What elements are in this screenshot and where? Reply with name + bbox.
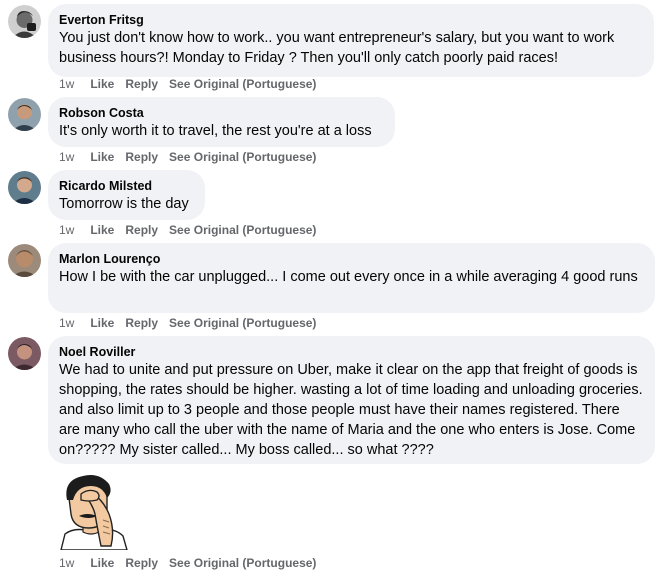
- avatar[interactable]: [8, 5, 41, 38]
- comment-timestamp[interactable]: 1w: [59, 223, 74, 237]
- avatar[interactable]: [8, 171, 41, 204]
- like-button[interactable]: Like: [90, 223, 114, 237]
- comment-bubble: Robson Costa It's only worth it to trave…: [48, 97, 395, 147]
- comment-text: Tomorrow is the day: [59, 196, 189, 212]
- avatar-noel-icon: [8, 337, 41, 370]
- see-original-link[interactable]: See Original (Portuguese): [169, 556, 316, 570]
- see-original-link[interactable]: See Original (Portuguese): [169, 77, 316, 91]
- avatar[interactable]: [8, 98, 41, 131]
- comment-author[interactable]: Robson Costa: [59, 105, 383, 121]
- reply-button[interactable]: Reply: [125, 316, 158, 330]
- see-original-link[interactable]: See Original (Portuguese): [169, 150, 316, 164]
- comment-timestamp[interactable]: 1w: [59, 556, 74, 570]
- like-button[interactable]: Like: [90, 150, 114, 164]
- comment-text: We had to unite and put pressure on Uber…: [59, 362, 643, 458]
- comment-text: You just don't know how to work.. you wa…: [59, 30, 615, 66]
- comment-actions: 1w Like Reply See Original (Portuguese): [59, 315, 327, 331]
- facepalm-sticker-icon[interactable]: [53, 470, 133, 550]
- comment-actions: 1w Like Reply See Original (Portuguese): [59, 555, 327, 571]
- like-button[interactable]: Like: [90, 556, 114, 570]
- reply-button[interactable]: Reply: [125, 223, 158, 237]
- comment-timestamp[interactable]: 1w: [59, 316, 74, 330]
- comment-timestamp[interactable]: 1w: [59, 77, 74, 91]
- comment-bubble: Everton Fritsg You just don't know how t…: [48, 4, 654, 77]
- comment-actions: 1w Like Reply See Original (Portuguese): [59, 149, 327, 165]
- avatar-everton-icon: [8, 5, 41, 38]
- comment-bubble: Ricardo Milsted Tomorrow is the day: [48, 170, 205, 220]
- comment-author[interactable]: Everton Fritsg: [59, 12, 642, 28]
- like-button[interactable]: Like: [90, 316, 114, 330]
- avatar[interactable]: [8, 337, 41, 370]
- avatar[interactable]: [8, 244, 41, 277]
- comment-author[interactable]: Ricardo Milsted: [59, 178, 193, 194]
- comment-author[interactable]: Noel Roviller: [59, 344, 643, 360]
- like-button[interactable]: Like: [90, 77, 114, 91]
- comment-text: It's only worth it to travel, the rest y…: [59, 123, 372, 139]
- see-original-link[interactable]: See Original (Portuguese): [169, 223, 316, 237]
- reply-button[interactable]: Reply: [125, 77, 158, 91]
- comment-bubble: Marlon Lourenço How I be with the car un…: [48, 243, 655, 313]
- comment-text: How I be with the car unplugged... I com…: [59, 269, 638, 285]
- comment-bubble: Noel Roviller We had to unite and put pr…: [48, 336, 655, 464]
- avatar-marlon-icon: [8, 244, 41, 277]
- comment-thread: Everton Fritsg You just don't know how t…: [0, 0, 672, 573]
- comment-actions: 1w Like Reply See Original (Portuguese): [59, 76, 327, 92]
- see-original-link[interactable]: See Original (Portuguese): [169, 316, 316, 330]
- comment-timestamp[interactable]: 1w: [59, 150, 74, 164]
- reply-button[interactable]: Reply: [125, 150, 158, 164]
- comment-author[interactable]: Marlon Lourenço: [59, 251, 643, 267]
- avatar-ricardo-icon: [8, 171, 41, 204]
- reply-button[interactable]: Reply: [125, 556, 158, 570]
- comment-actions: 1w Like Reply See Original (Portuguese): [59, 222, 327, 238]
- avatar-robson-icon: [8, 98, 41, 131]
